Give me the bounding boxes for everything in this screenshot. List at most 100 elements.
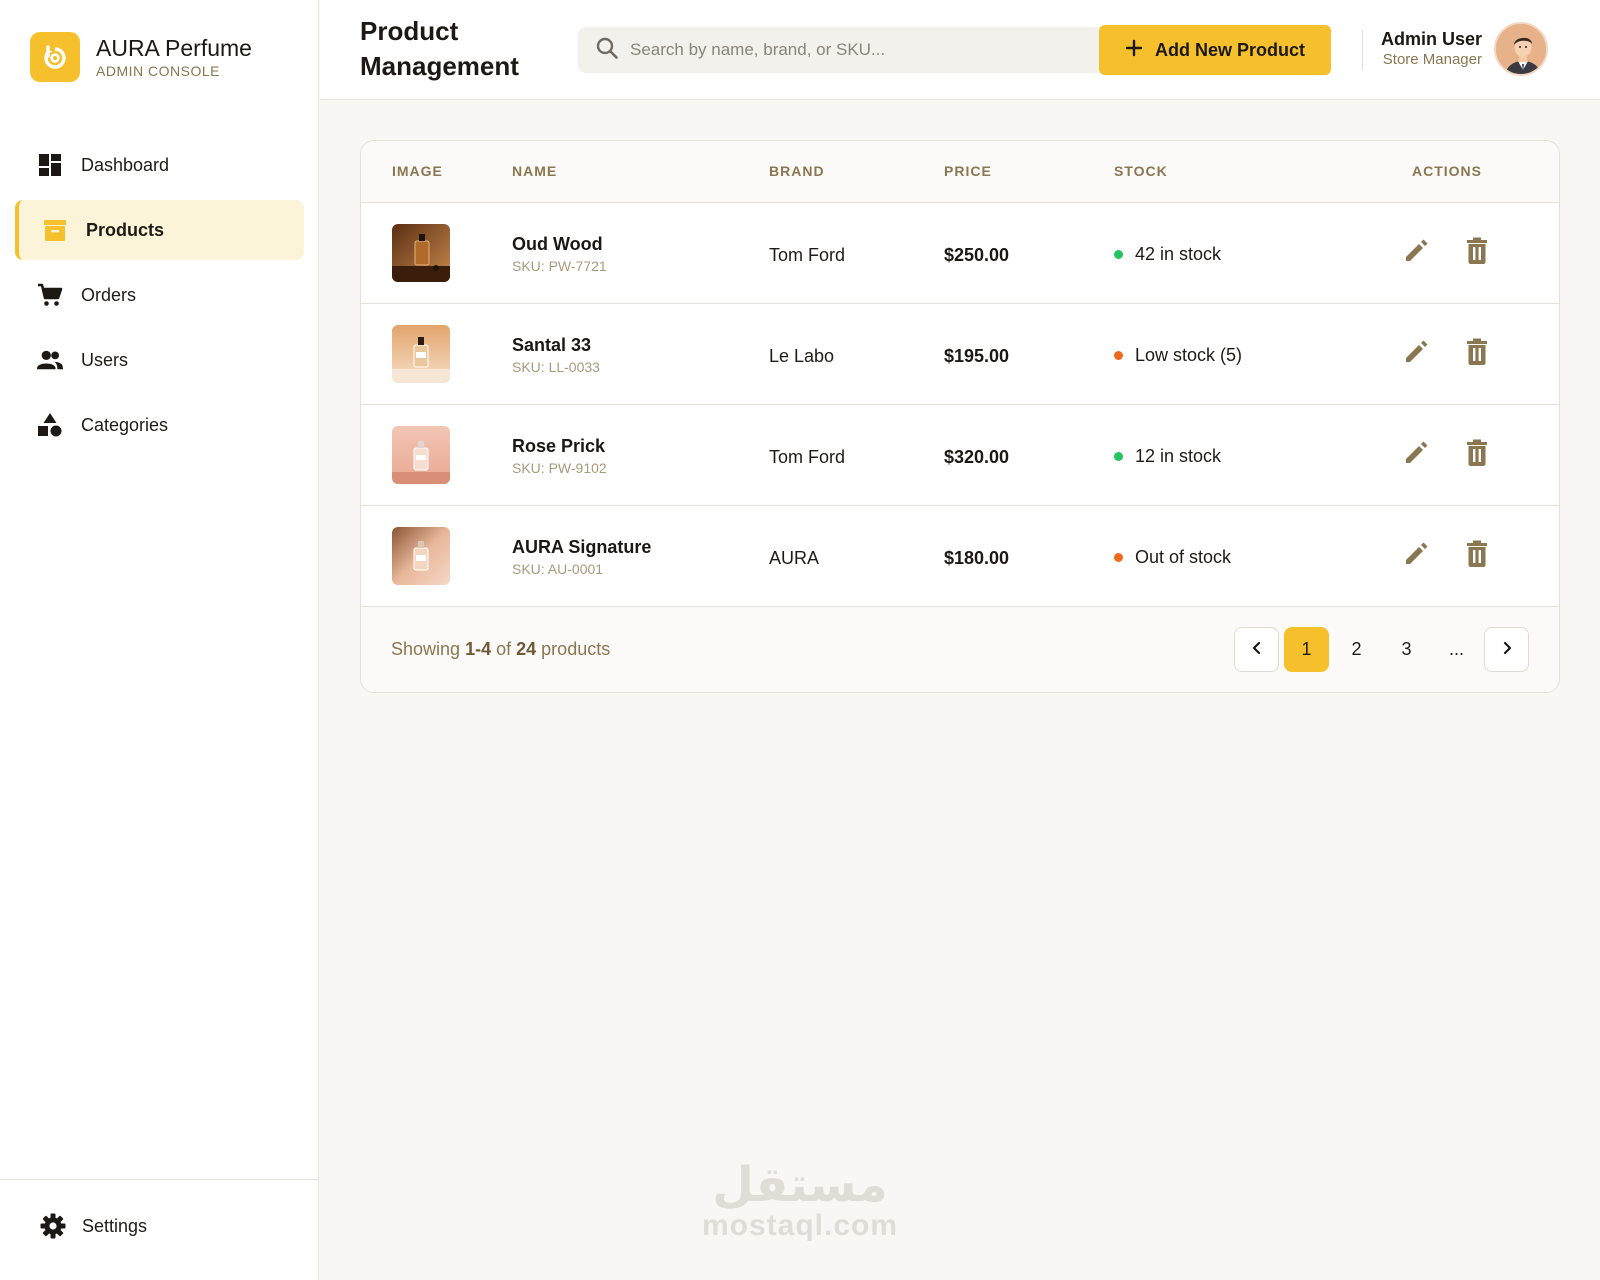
trash-icon[interactable] [1465, 540, 1489, 568]
sidebar-item-dashboard[interactable]: Dashboard [15, 135, 304, 195]
product-sku: SKU: PW-9102 [512, 460, 607, 476]
sidebar-item-products[interactable]: Products [15, 200, 304, 260]
brand-subtitle: ADMIN CONSOLE [96, 63, 220, 79]
avatar[interactable] [1494, 22, 1548, 76]
watermark-arabic: مستقل [712, 1157, 888, 1213]
product-price: $320.00 [944, 447, 1010, 467]
product-sku: SKU: LL-0033 [512, 359, 600, 375]
page-button-1[interactable]: 1 [1284, 627, 1329, 672]
column-header-stock: STOCK [1114, 163, 1168, 179]
header-divider [1362, 30, 1363, 70]
search-input[interactable] [630, 40, 1070, 60]
gear-icon [40, 1213, 66, 1239]
stock-status: 42 in stock [1114, 244, 1221, 265]
brand-name: AURA Perfume [96, 35, 252, 61]
sidebar-item-categories[interactable]: Categories [15, 395, 304, 455]
sidebar-item-label: Orders [81, 284, 137, 305]
product-name: Santal 33 [512, 335, 592, 355]
prev-page-button[interactable] [1234, 627, 1279, 672]
cart-icon [37, 282, 63, 308]
status-dot [1114, 250, 1123, 259]
summary-range: 1-4 [465, 639, 492, 659]
sidebar-item-label: Dashboard [81, 154, 170, 175]
column-header-actions: ACTIONS [1412, 163, 1482, 179]
table-footer: Showing 1-4 of 24 products 1 2 3 ... [361, 607, 1559, 692]
product-name: AURA Signature [512, 537, 652, 557]
page-button-3[interactable]: 3 [1384, 627, 1429, 672]
products-table-card: IMAGE NAME BRAND PRICE STOCK ACTIONS Oud… [360, 140, 1560, 693]
product-image [392, 325, 450, 383]
column-header-brand: BRAND [769, 163, 825, 179]
table-row[interactable]: Santal 33 SKU: LL-0033 Le Labo $195.00 L… [361, 304, 1559, 405]
summary-total: 24 [516, 639, 537, 659]
product-name: Rose Prick [512, 436, 606, 456]
table-row[interactable]: AURA Signature SKU: AU-0001 AURA $180.00… [361, 506, 1559, 607]
trash-icon[interactable] [1465, 439, 1489, 467]
pagination: 1 2 3 ... [1229, 627, 1529, 672]
sidebar-item-users[interactable]: Users [15, 330, 304, 390]
summary-prefix: Showing [391, 639, 461, 659]
sidebar-item-label: Categories [81, 414, 169, 435]
search-bar[interactable] [578, 27, 1108, 73]
aura-logo-icon [30, 32, 80, 82]
status-dot [1114, 553, 1123, 562]
status-dot [1114, 351, 1123, 360]
product-image [392, 527, 450, 585]
summary-suffix: products [541, 639, 611, 659]
trash-icon[interactable] [1465, 237, 1489, 265]
product-brand: Le Labo [769, 346, 835, 366]
column-header-price: PRICE [944, 163, 992, 179]
add-product-label: Add New Product [1154, 39, 1305, 60]
summary-of: of [496, 639, 512, 659]
stock-label: 42 in stock [1135, 244, 1222, 264]
product-brand: Tom Ford [769, 245, 846, 265]
product-brand: Tom Ford [769, 447, 846, 467]
page-button-2[interactable]: 2 [1334, 627, 1379, 672]
sidebar-item-label: Users [81, 349, 129, 370]
watermark-latin: mostaql.com [701, 1209, 899, 1242]
product-image [392, 224, 450, 282]
product-sku: SKU: PW-7721 [512, 258, 607, 274]
pagination-summary: Showing 1-4 of 24 products [391, 639, 610, 660]
table-row[interactable]: Oud Wood SKU: PW-7721 Tom Ford $250.00 4… [361, 203, 1559, 304]
sidebar-footer: Settings [0, 1179, 319, 1280]
sidebar-item-settings[interactable]: Settings [40, 1213, 147, 1239]
edit-icon[interactable] [1402, 540, 1430, 568]
user-menu[interactable]: Admin User Store Manager [1370, 22, 1548, 78]
table-row[interactable]: Rose Prick SKU: PW-9102 Tom Ford $320.00… [361, 405, 1559, 506]
edit-icon[interactable] [1402, 237, 1430, 265]
stock-label: Out of stock [1135, 547, 1232, 567]
product-sku: SKU: AU-0001 [512, 561, 604, 577]
sidebar-item-label: Settings [82, 1215, 148, 1236]
archive-box-icon [42, 217, 68, 243]
product-price: $180.00 [944, 548, 1010, 568]
dashboard-icon [37, 152, 63, 178]
product-price: $195.00 [944, 346, 1010, 366]
search-icon [596, 37, 618, 64]
stock-status: 12 in stock [1114, 446, 1221, 467]
product-name: Oud Wood [512, 234, 603, 254]
page-title: Product Management [360, 16, 519, 81]
stock-label: Low stock (5) [1135, 345, 1243, 365]
brand[interactable]: AURA Perfume ADMIN CONSOLE [30, 32, 252, 82]
chevron-right-icon [1501, 639, 1513, 660]
product-image [392, 426, 450, 484]
sidebar-nav: Dashboard Products Orders Users Categori… [15, 135, 304, 460]
edit-icon[interactable] [1402, 338, 1430, 366]
user-role: Store Manager [1382, 51, 1482, 68]
edit-icon[interactable] [1402, 439, 1430, 467]
sidebar-item-label: Products [86, 219, 165, 240]
stock-label: 12 in stock [1135, 446, 1222, 466]
sidebar-item-orders[interactable]: Orders [15, 265, 304, 325]
add-product-button[interactable]: Add New Product [1099, 25, 1331, 75]
plus-icon [1125, 39, 1143, 62]
next-page-button[interactable] [1484, 627, 1529, 672]
stock-status: Low stock (5) [1114, 345, 1242, 366]
stock-status: Out of stock [1114, 547, 1231, 568]
chevron-left-icon [1251, 639, 1263, 660]
column-header-image: IMAGE [392, 163, 443, 179]
column-header-name: NAME [512, 163, 558, 179]
product-price: $250.00 [944, 245, 1010, 265]
trash-icon[interactable] [1465, 338, 1489, 366]
users-icon [37, 347, 63, 373]
